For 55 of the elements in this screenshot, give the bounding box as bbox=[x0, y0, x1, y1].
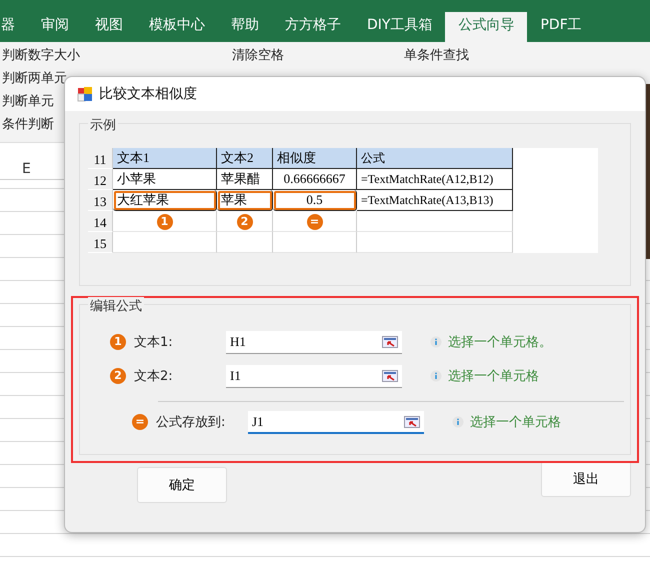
ribbon-tab[interactable]: 方方格子 bbox=[272, 12, 354, 42]
ribbon-tab[interactable]: 公式向导 bbox=[445, 12, 528, 42]
input-field[interactable]: H1 bbox=[226, 330, 402, 354]
info-icon bbox=[452, 416, 464, 428]
info-icon bbox=[430, 370, 442, 382]
ribbon-tab[interactable]: PDF工 bbox=[527, 12, 595, 42]
ribbon-tab[interactable]: 模板中心 bbox=[136, 12, 218, 42]
row-number: 14 bbox=[88, 211, 113, 232]
step-badge: = bbox=[306, 214, 322, 230]
field-label: 公式存放到: bbox=[156, 414, 226, 431]
table-cell: =TextMatchRate(A13,B13) bbox=[357, 190, 513, 211]
field-label: 文本2: bbox=[134, 368, 174, 385]
ribbon-tab[interactable]: DIY工具箱 bbox=[354, 12, 446, 42]
step-badge: 2 bbox=[110, 368, 126, 384]
table-cell: 公式 bbox=[357, 148, 513, 169]
step-badge: 1 bbox=[156, 214, 172, 230]
step-badge: = bbox=[132, 414, 148, 430]
hint-text: 选择一个单元格 bbox=[448, 368, 539, 385]
ribbon-tab[interactable]: 审阅 bbox=[28, 12, 82, 42]
table-cell: =TextMatchRate(A12,B12) bbox=[357, 169, 513, 190]
step-badge: 1 bbox=[110, 334, 126, 350]
table-cell: 相似度 bbox=[273, 148, 357, 169]
cell-picker-icon[interactable] bbox=[382, 336, 398, 348]
table-cell: 苹果 bbox=[217, 190, 273, 211]
cell-picker-icon[interactable] bbox=[382, 370, 398, 382]
table-cell: 文本1 bbox=[113, 148, 217, 169]
dialog-button[interactable]: 确定 bbox=[137, 467, 227, 503]
column-header[interactable]: E bbox=[22, 161, 31, 179]
table-cell: 小苹果 bbox=[113, 169, 217, 190]
app-icon bbox=[77, 86, 93, 102]
dialog-button[interactable]: 退出 bbox=[541, 461, 631, 497]
dialog-title: 比较文本相似度 bbox=[99, 85, 197, 103]
table-cell: 苹果醋 bbox=[217, 169, 273, 190]
table-cell: 文本2 bbox=[217, 148, 273, 169]
ribbon-tab[interactable]: 视图 bbox=[82, 12, 136, 42]
row-number: 12 bbox=[88, 169, 113, 190]
row-number: 13 bbox=[88, 190, 113, 211]
table-cell: 大红苹果 bbox=[113, 190, 217, 211]
table-cell: 0.66666667 bbox=[273, 169, 357, 190]
row-number: 15 bbox=[88, 232, 113, 253]
ribbon-command[interactable]: 判断数字大小 bbox=[2, 46, 182, 64]
row-number: 11 bbox=[88, 148, 113, 169]
field-label: 文本1: bbox=[134, 334, 174, 351]
ribbon-tab[interactable]: 器 bbox=[0, 12, 28, 42]
input-field[interactable]: I1 bbox=[226, 364, 402, 388]
table-cell: 0.5 bbox=[273, 190, 357, 211]
step-badge: 2 bbox=[236, 214, 252, 230]
input-field[interactable]: J1 bbox=[248, 411, 424, 434]
info-icon bbox=[430, 336, 442, 348]
hint-text: 选择一个单元格。 bbox=[448, 334, 552, 351]
group-title: 示例 bbox=[88, 116, 118, 134]
group-title: 编辑公式 bbox=[88, 297, 144, 315]
ribbon-tab[interactable]: 帮助 bbox=[218, 12, 272, 42]
hint-text: 选择一个单元格 bbox=[470, 414, 561, 431]
cell-picker-icon[interactable] bbox=[404, 416, 420, 428]
